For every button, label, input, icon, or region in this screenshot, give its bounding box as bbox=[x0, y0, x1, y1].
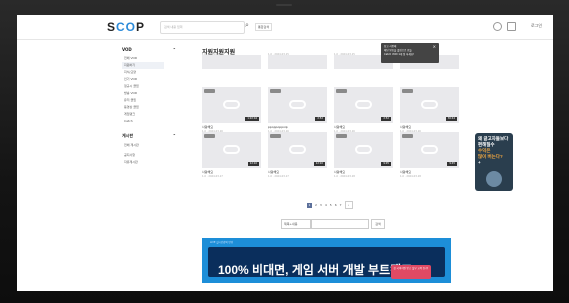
sidebar-item[interactable]: 지원하기 bbox=[122, 62, 164, 69]
vod-thumbnail[interactable]: 9:05 bbox=[334, 132, 393, 168]
page-link[interactable]: 6 bbox=[335, 203, 337, 207]
message-icon[interactable] bbox=[507, 22, 516, 31]
search-input[interactable]: 검색 내용 입력 bbox=[160, 21, 245, 34]
sidebar-item[interactable]: 동영상 클립 bbox=[122, 104, 182, 111]
vod-meta: 1.0 · 2024-03-17 bbox=[268, 175, 289, 178]
vod-title[interactable]: 사랑해요 bbox=[202, 170, 213, 174]
pagination: 1 2 3 4 5 6 7 › bbox=[307, 201, 353, 209]
ad-character bbox=[486, 171, 502, 187]
site-logo[interactable]: SCOP bbox=[107, 20, 145, 34]
page-link[interactable]: 4 bbox=[325, 203, 327, 207]
vod-thumbnail[interactable]: 2:52 bbox=[334, 87, 393, 123]
placeholder-logo-icon bbox=[223, 100, 240, 109]
vod-meta: 1.0 · 2024-03-18 bbox=[334, 175, 355, 178]
search-scope-tag[interactable]: 통합검색 bbox=[255, 23, 273, 31]
vod-title[interactable]: 사랑해요 bbox=[334, 170, 345, 174]
duration-badge: 2:52 bbox=[381, 117, 391, 121]
placeholder-logo-icon bbox=[223, 145, 240, 154]
duration-badge: 9:45 bbox=[447, 162, 457, 166]
search-icon[interactable]: ⌕ bbox=[245, 21, 249, 30]
vod-title[interactable]: 사랑해요 bbox=[400, 170, 411, 174]
next-page-icon[interactable]: › bbox=[344, 201, 353, 209]
vod-thumbnail[interactable]: 2:52 bbox=[268, 87, 327, 123]
placeholder-logo-icon bbox=[421, 145, 438, 154]
thumbnail-badge bbox=[204, 134, 215, 138]
vod-thumbnail[interactable]: 9:45 bbox=[400, 132, 459, 168]
sidebar: VOD ⌃ 전체 VOD 지원하기 지식/교양 인기 VOD 정규시 클립 방송 … bbox=[122, 43, 182, 166]
banner-panel: 100% 비대면, 게임 서버 개발 부트캠프 첫 국비지원 받고 실무 교육 … bbox=[208, 247, 445, 279]
close-icon[interactable]: × bbox=[433, 44, 436, 49]
notification-icon[interactable] bbox=[493, 22, 502, 31]
sidebar-item[interactable]: Catch bbox=[122, 118, 182, 125]
duration-badge: 12:10 bbox=[313, 162, 325, 166]
vod-title[interactable]: 사랑해요 bbox=[268, 170, 279, 174]
search-filter-select[interactable]: 제목+내용 bbox=[281, 219, 311, 229]
side-ad[interactable]: 왜 글고자들보다 편해질수 수익은 많이 버는다? + bbox=[475, 133, 513, 191]
sidebar-item[interactable]: 인기 VOD bbox=[122, 76, 182, 83]
thumbnail-badge bbox=[270, 134, 281, 138]
browser-screen: SCOP 검색 내용 입력 ⌕ 통합검색 로그인 VOD ⌃ 전체 VOD 지원하… bbox=[17, 15, 553, 291]
sidebar-item[interactable]: 전체 게시판 bbox=[122, 142, 182, 149]
vod-title[interactable]: 사랑해요 bbox=[400, 125, 411, 129]
page-link[interactable]: 3 bbox=[320, 203, 322, 207]
vod-meta: 1.0 · 2024-03-17 bbox=[202, 175, 223, 178]
vod-title[interactable]: 사랑해요 bbox=[334, 125, 345, 129]
thumbnail-badge bbox=[270, 89, 281, 93]
tooltip: 참고 사항해 채팅 방송을 클립으로 만들 Catch VOD 1개 정 하세요… bbox=[381, 43, 439, 63]
board-search-input[interactable] bbox=[311, 219, 369, 229]
chevron-up-icon: ⌃ bbox=[172, 47, 176, 52]
placeholder-logo-icon bbox=[289, 100, 306, 109]
vod-thumbnail[interactable]: 12:10 bbox=[202, 132, 261, 168]
board-search-button[interactable]: 검색 bbox=[371, 219, 385, 229]
vod-thumbnail[interactable]: 1:02:44 bbox=[202, 87, 261, 123]
sidebar-item[interactable]: 유저 클립 bbox=[122, 97, 182, 104]
placeholder-logo-icon bbox=[355, 145, 372, 154]
sidebar-item[interactable]: 정규시 클립 bbox=[122, 83, 182, 90]
thumbnail-badge bbox=[336, 134, 347, 138]
banner-headline: 100% 비대면, 게임 서버 개발 부트캠프 bbox=[218, 263, 413, 277]
thumbnail-badge bbox=[402, 89, 413, 93]
vod-meta: 1.0 · 2024-03-15 bbox=[268, 53, 289, 56]
sidebar-item[interactable]: 전체 VOD bbox=[122, 55, 182, 62]
vod-meta: 1.0 · 2024-03-18 bbox=[400, 175, 421, 178]
vod-meta: 1.0 · 2024-03-15 bbox=[202, 53, 223, 56]
banner-cta-button[interactable]: 첫 국비지원 받고 실무 교육 듣기! bbox=[391, 265, 431, 279]
thumbnail-badge bbox=[204, 89, 215, 93]
sidebar-item[interactable]: 공지사항 bbox=[122, 152, 182, 159]
duration-badge: 2:52 bbox=[315, 117, 325, 121]
chevron-up-icon: ⌃ bbox=[172, 133, 176, 138]
vod-title[interactable]: 사랑해요 bbox=[202, 125, 213, 129]
page-link[interactable]: 5 bbox=[330, 203, 332, 207]
login-link[interactable]: 로그인 bbox=[531, 23, 542, 29]
sidebar-item[interactable]: 게임랭크 bbox=[122, 111, 182, 118]
placeholder-logo-icon bbox=[355, 100, 372, 109]
vod-meta: 1.0 · 2024-03-15 bbox=[334, 53, 355, 56]
duration-badge: 9:05 bbox=[381, 162, 391, 166]
sidebar-section-title[interactable]: 게시판 ⌃ bbox=[122, 133, 176, 139]
vod-title[interactable]: ppoppoppoip bbox=[268, 125, 288, 129]
thumbnail-badge bbox=[402, 134, 413, 138]
sidebar-item[interactable]: 방송 VOD bbox=[122, 90, 182, 97]
thumbnail-badge bbox=[336, 89, 347, 93]
sidebar-section-title[interactable]: VOD ⌃ bbox=[122, 47, 176, 52]
placeholder-logo-icon bbox=[289, 145, 306, 154]
placeholder-logo-icon bbox=[421, 100, 438, 109]
vod-thumbnail[interactable] bbox=[202, 55, 261, 69]
duration-badge: 12:10 bbox=[247, 162, 259, 166]
sidebar-item[interactable]: 지식/교양 bbox=[122, 69, 182, 76]
sidebar-item[interactable]: 자유게시판 bbox=[122, 159, 182, 166]
page-link[interactable]: 7 bbox=[340, 203, 342, 207]
camera-notch bbox=[276, 4, 292, 6]
promo-banner[interactable]: LIVE 실시간강의 반영 100% 비대면, 게임 서버 개발 부트캠프 첫 … bbox=[202, 238, 451, 283]
vod-thumbnail[interactable]: 36:44 bbox=[400, 87, 459, 123]
duration-badge: 1:02:44 bbox=[245, 117, 259, 121]
page-current[interactable]: 1 bbox=[307, 202, 312, 208]
vod-thumbnail[interactable] bbox=[268, 55, 327, 69]
page-link[interactable]: 2 bbox=[315, 203, 317, 207]
top-bar: SCOP 검색 내용 입력 ⌕ 통합검색 로그인 bbox=[17, 15, 553, 40]
vod-thumbnail[interactable]: 12:10 bbox=[268, 132, 327, 168]
duration-badge: 36:44 bbox=[445, 117, 457, 121]
